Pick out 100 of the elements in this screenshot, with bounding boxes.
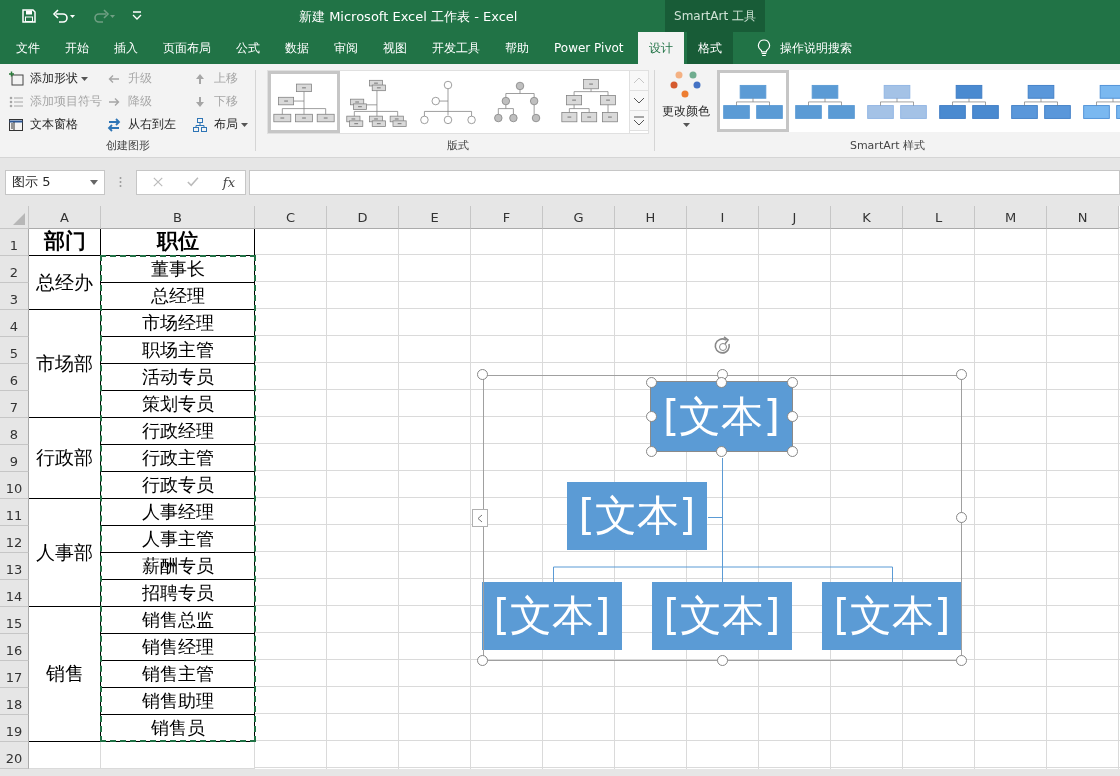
insert-function-button[interactable]: fx: [222, 174, 235, 190]
table-cell: 活动专员: [101, 364, 255, 391]
chevron-down-icon: [633, 97, 645, 104]
row-header[interactable]: 2: [0, 256, 29, 283]
column-header[interactable]: H: [615, 206, 687, 229]
ribbon-tab[interactable]: Power Pivot: [543, 32, 635, 64]
text-pane-toggle[interactable]: [472, 509, 488, 527]
column-header[interactable]: E: [399, 206, 471, 229]
column-header[interactable]: G: [543, 206, 615, 229]
column-header[interactable]: F: [471, 206, 543, 229]
ribbon-command[interactable]: 布局: [190, 113, 254, 136]
swap-arrows-icon: [106, 116, 122, 133]
ribbon-tab[interactable]: 格式: [686, 32, 733, 64]
ribbon-tab[interactable]: 审阅: [323, 32, 369, 64]
resize-handle[interactable]: [646, 377, 657, 388]
scroll-down-button[interactable]: [630, 91, 648, 111]
ribbon-tab[interactable]: 开发工具: [421, 32, 491, 64]
undo-icon[interactable]: [51, 8, 77, 24]
table-cell: 董事长: [101, 256, 255, 283]
ribbon-tab[interactable]: 开始: [54, 32, 100, 64]
ribbon-tab[interactable]: 页面布局: [152, 32, 222, 64]
ribbon-tab[interactable]: 数据: [274, 32, 320, 64]
ribbon-tab[interactable]: 设计: [637, 32, 684, 64]
row-header[interactable]: 13: [0, 553, 29, 580]
resize-handle[interactable]: [956, 655, 967, 666]
redo-icon[interactable]: [91, 8, 117, 24]
ribbon-tab[interactable]: 文件: [5, 32, 51, 64]
row-header[interactable]: 6: [0, 364, 29, 391]
row-header[interactable]: 10: [0, 472, 29, 499]
resize-handle[interactable]: [477, 655, 488, 666]
ribbon-tab[interactable]: 视图: [372, 32, 418, 64]
resize-handle[interactable]: [956, 369, 967, 380]
column-header[interactable]: A: [29, 206, 101, 229]
change-colors-button[interactable]: 更改颜色: [655, 64, 717, 127]
selection-frame[interactable]: [483, 375, 962, 661]
row-header[interactable]: 20: [0, 742, 29, 769]
add-shape-icon: [8, 70, 24, 87]
column-header[interactable]: D: [327, 206, 399, 229]
row-header[interactable]: 17: [0, 661, 29, 688]
ribbon-tab[interactable]: 公式: [225, 32, 271, 64]
command-label: 降级: [128, 93, 152, 110]
formula-input[interactable]: [249, 169, 1120, 195]
row-header[interactable]: 8: [0, 418, 29, 445]
expand-icon: [633, 115, 645, 126]
row-header[interactable]: 14: [0, 580, 29, 607]
row-header[interactable]: 12: [0, 526, 29, 553]
style-option[interactable]: [717, 70, 789, 132]
ribbon-command[interactable]: 添加形状: [6, 67, 104, 90]
row-header[interactable]: 18: [0, 688, 29, 715]
row-header[interactable]: 19: [0, 715, 29, 742]
column-header[interactable]: I: [687, 206, 759, 229]
enter-icon[interactable]: [187, 176, 199, 188]
resize-handle[interactable]: [646, 411, 657, 422]
table-cell: 销售主管: [101, 661, 255, 688]
column-header[interactable]: N: [1047, 206, 1119, 229]
column-header[interactable]: L: [903, 206, 975, 229]
column-header[interactable]: B: [101, 206, 255, 229]
row-header[interactable]: 11: [0, 499, 29, 526]
contextual-tab-label: SmartArt 工具: [674, 7, 756, 25]
row-header[interactable]: 5: [0, 337, 29, 364]
column-header[interactable]: M: [975, 206, 1047, 229]
column-header[interactable]: K: [831, 206, 903, 229]
row-header[interactable]: 4: [0, 310, 29, 337]
lightbulb-icon: [755, 39, 772, 57]
table-cell: [29, 742, 101, 769]
column-header[interactable]: J: [759, 206, 831, 229]
row-header[interactable]: 15: [0, 607, 29, 634]
ribbon-tab[interactable]: 帮助: [494, 32, 540, 64]
ribbon-command[interactable]: 从右到左: [104, 113, 190, 136]
resize-handle[interactable]: [716, 377, 727, 388]
resize-handle[interactable]: [477, 369, 488, 380]
command-label: 添加项目符号: [30, 93, 102, 110]
resize-handle[interactable]: [716, 446, 727, 457]
column-header[interactable]: C: [255, 206, 327, 229]
table-cell: 销售经理: [101, 634, 255, 661]
customize-caret-icon[interactable]: [131, 10, 143, 22]
ribbon-tab[interactable]: 插入: [103, 32, 149, 64]
row-header[interactable]: 1: [0, 229, 29, 256]
resize-handle[interactable]: [717, 655, 728, 666]
resize-handle[interactable]: [646, 446, 657, 457]
cancel-icon[interactable]: [153, 176, 164, 188]
row-header[interactable]: 3: [0, 283, 29, 310]
resize-handle[interactable]: [787, 446, 798, 457]
name-box[interactable]: 图示 5: [5, 169, 105, 195]
row-header[interactable]: 9: [0, 445, 29, 472]
tell-me-search[interactable]: 操作说明搜索: [749, 32, 858, 64]
row-header[interactable]: 7: [0, 391, 29, 418]
layout-option[interactable]: [268, 71, 340, 133]
save-icon[interactable]: [21, 8, 37, 24]
row-header[interactable]: 16: [0, 634, 29, 661]
resize-handle[interactable]: [956, 512, 967, 523]
select-all-icon[interactable]: [13, 213, 25, 225]
table-cell: 销售总监: [101, 607, 255, 634]
ribbon-command[interactable]: 文本窗格: [6, 113, 104, 136]
resize-handle[interactable]: [787, 411, 798, 422]
resize-handle[interactable]: [787, 377, 798, 388]
table-cell: 总经办: [29, 256, 101, 310]
more-button[interactable]: [630, 111, 648, 131]
table-cell: 薪酬专员: [101, 553, 255, 580]
table-cell: 行政部: [29, 418, 101, 499]
